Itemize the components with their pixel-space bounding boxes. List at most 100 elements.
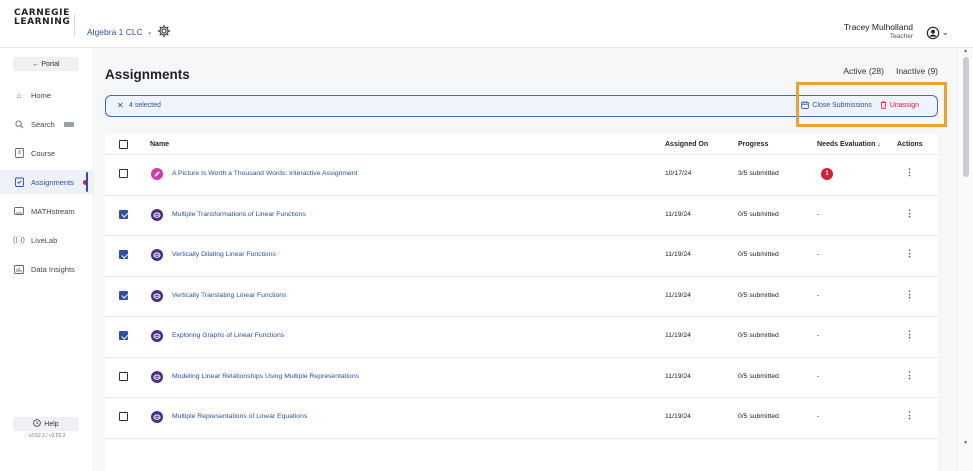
row-checkbox[interactable] — [119, 250, 128, 259]
column-header-assigned-on[interactable]: Assigned On — [665, 141, 708, 148]
scroll-up-icon[interactable]: ▲ — [963, 48, 968, 54]
close-icon[interactable]: ✕ — [117, 101, 124, 110]
column-header-name[interactable]: Name — [150, 141, 169, 148]
more-actions-icon[interactable]: ⋮ — [905, 208, 914, 219]
page-scrollbar[interactable]: ▲ ▼ — [957, 48, 973, 471]
portal-button[interactable]: ← Portal — [13, 57, 79, 71]
sidebar-item-label: Assignments — [31, 177, 74, 187]
progress-cell: 3/5 submitted — [738, 170, 779, 177]
tab-inactive[interactable]: Inactive (9) — [896, 66, 938, 76]
gear-icon[interactable] — [157, 24, 171, 38]
more-actions-icon[interactable]: ⋮ — [905, 289, 914, 300]
class-selector[interactable]: Algebra 1 CLC ⌄ — [87, 27, 153, 37]
sidebar-item-search[interactable]: Search — [0, 112, 94, 136]
column-header-actions: Actions — [897, 141, 923, 148]
sidebar: ← Portal ⌂ Home Search Course Assignment… — [0, 48, 94, 471]
progress-cell: 0/5 submitted — [738, 413, 779, 420]
table-row[interactable]: Modeling Linear Relationships Using Mult… — [105, 358, 938, 398]
sidebar-item-label: MATHstream — [31, 206, 75, 216]
assignments-icon — [14, 177, 24, 187]
sidebar-item-mathstream[interactable]: MATHstream — [0, 199, 94, 223]
assignment-link[interactable]: Multiple Transformations of Linear Funct… — [172, 211, 306, 218]
sidebar-item-label: Data Insights — [31, 264, 75, 274]
help-icon — [33, 419, 42, 429]
mathia-icon — [151, 370, 163, 383]
assignment-link[interactable]: Modeling Linear Relationships Using Mult… — [172, 373, 359, 380]
row-checkbox[interactable] — [119, 371, 128, 381]
assigned-on-cell: 10/17/24 — [665, 170, 692, 177]
column-header-needs-evaluation[interactable]: Needs Evaluation ↓ — [817, 141, 881, 148]
mathia-icon — [151, 289, 163, 302]
assignment-link[interactable]: Exploring Graphs of Linear Functions — [172, 332, 284, 339]
pencil-icon — [151, 168, 163, 180]
selected-count: 4 selected — [129, 102, 161, 109]
help-label: Help — [44, 420, 59, 428]
mathia-icon — [151, 249, 163, 261]
sidebar-item-label: Search — [31, 119, 55, 129]
account-chevron-icon[interactable]: ⌄ — [941, 27, 949, 38]
assigned-on-cell: 11/19/24 — [665, 332, 691, 339]
highlight-box — [796, 82, 947, 127]
home-icon: ⌂ — [16, 90, 22, 100]
row-checkbox[interactable] — [119, 412, 128, 421]
mathia-icon — [151, 330, 163, 342]
account-icon[interactable] — [926, 26, 940, 40]
more-actions-icon[interactable]: ⋮ — [905, 329, 914, 340]
assigned-on-cell: 11/19/24 — [665, 291, 691, 299]
needs-evaluation-cell: - — [817, 332, 820, 339]
table-row[interactable]: Multiple Transformations of Linear Funct… — [105, 196, 938, 236]
logo-line-2: LEARNING — [14, 17, 71, 27]
needs-evaluation-cell: - — [817, 210, 820, 218]
sidebar-item-assignments[interactable]: Assignments — [0, 170, 94, 194]
needs-evaluation-cell: - — [817, 251, 820, 258]
row-checkbox[interactable] — [119, 331, 128, 340]
assignment-link[interactable]: Multiple Representations of Linear Equat… — [172, 413, 307, 420]
needs-evaluation-cell: - — [817, 291, 820, 299]
user-role: Teacher — [889, 33, 913, 40]
more-actions-icon[interactable]: ⋮ — [905, 410, 914, 421]
sidebar-item-home[interactable]: ⌂ Home — [0, 83, 94, 107]
sidebar-item-label: Home — [31, 90, 52, 100]
table-row[interactable]: Vertically Translating Linear Functions 1… — [105, 277, 938, 317]
mathia-icon — [151, 411, 163, 423]
assignment-link[interactable]: Vertically Dilating Linear Functions — [172, 251, 276, 258]
needs-evaluation-cell: - — [817, 372, 820, 380]
status-tabs: Active (28) Inactive (9) — [843, 66, 938, 76]
column-header-progress[interactable]: Progress — [738, 141, 768, 148]
needs-evaluation-badge[interactable]: 1 — [821, 168, 833, 180]
more-actions-icon[interactable]: ⋮ — [905, 248, 914, 259]
table-row[interactable]: A Picture Is Worth a Thousand Words: Int… — [105, 155, 938, 196]
scroll-down-icon[interactable]: ▼ — [963, 440, 968, 446]
tab-active[interactable]: Active (28) — [843, 66, 884, 76]
video-icon — [14, 206, 24, 216]
table-row[interactable]: Vertically Dilating Linear Functions 11/1… — [105, 236, 938, 277]
more-actions-icon[interactable]: ⋮ — [905, 370, 914, 381]
sidebar-item-data-insights[interactable]: Data Insights — [0, 257, 94, 281]
sidebar-item-course[interactable]: Course — [0, 141, 94, 165]
assigned-on-cell: 11/19/24 — [665, 372, 691, 380]
progress-cell: 0/5 submitted — [738, 291, 779, 299]
sidebar-item-livelab[interactable]: ((·)) LiveLab — [0, 228, 94, 252]
carnegie-learning-logo[interactable]: CARNEGIE LEARNING — [14, 9, 71, 27]
more-actions-icon[interactable]: ⋮ — [905, 167, 914, 178]
chart-icon — [14, 264, 24, 274]
help-button[interactable]: Help — [13, 417, 79, 431]
assignment-link[interactable]: Vertically Translating Linear Functions — [172, 292, 286, 299]
select-all-checkbox[interactable] — [119, 140, 128, 149]
mathia-icon — [151, 208, 163, 221]
scroll-thumb[interactable] — [963, 57, 969, 177]
row-checkbox[interactable] — [119, 169, 128, 178]
sidebar-item-label: LiveLab — [31, 235, 58, 245]
logo-divider — [74, 14, 75, 36]
table-row[interactable]: Multiple Representations of Linear Equat… — [105, 398, 938, 439]
assigned-on-cell: 11/19/24 — [665, 251, 691, 258]
row-checkbox[interactable] — [119, 209, 128, 219]
top-bar: CARNEGIE LEARNING Algebra 1 CLC ⌄ Tracey… — [0, 0, 973, 48]
table-row[interactable]: Exploring Graphs of Linear Functions 11/1… — [105, 317, 938, 358]
assignment-link[interactable]: A Picture Is Worth a Thousand Words: Int… — [172, 170, 358, 177]
class-name: Algebra 1 CLC — [87, 27, 143, 37]
progress-cell: 0/5 submitted — [738, 372, 779, 380]
assignments-table: Name Assigned On Progress Needs Evaluati… — [105, 134, 938, 471]
row-checkbox[interactable] — [119, 290, 128, 300]
page-title: Assignments — [105, 67, 190, 82]
